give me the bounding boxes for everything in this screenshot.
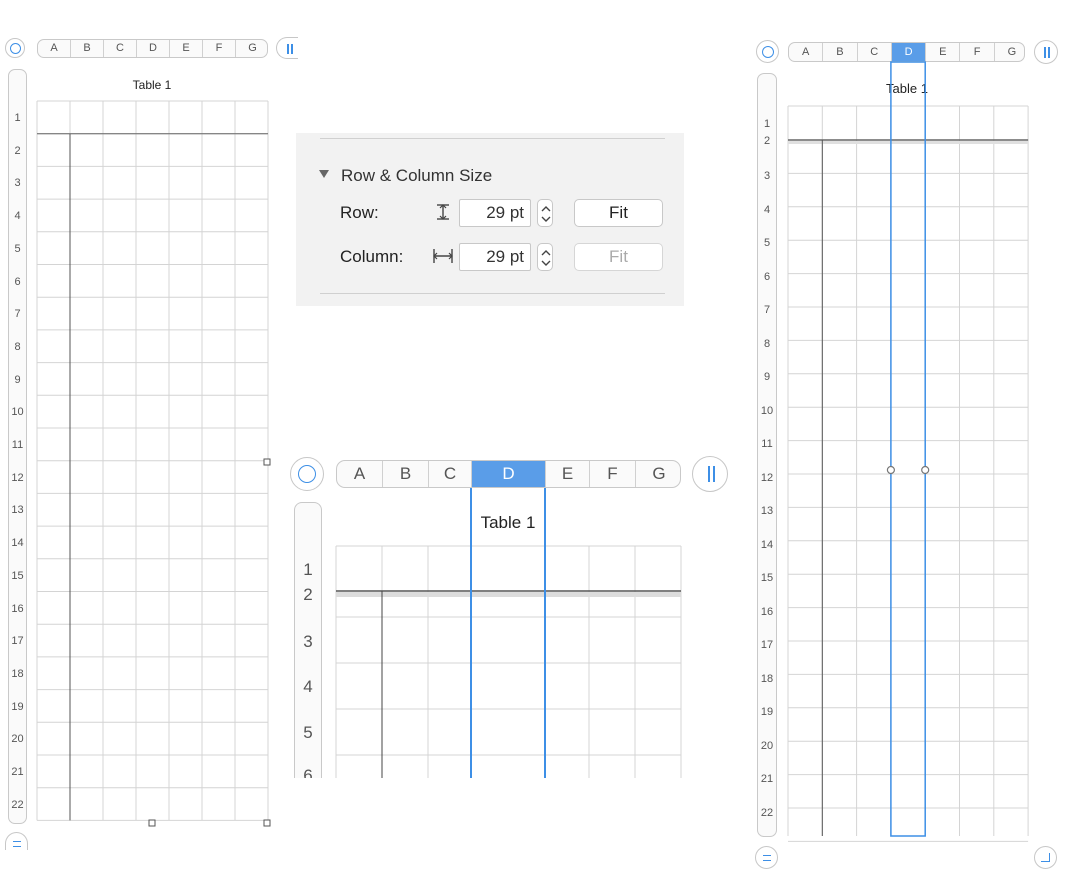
equals-handle-icon	[763, 855, 771, 861]
header-row-shadow	[788, 141, 1029, 144]
selected-column-outline[interactable]	[890, 61, 926, 837]
corner-resize-icon	[1041, 853, 1050, 862]
selection-handle-left[interactable]	[886, 465, 896, 475]
right-resize-corner-button[interactable]	[1034, 846, 1057, 869]
selection-handle-right[interactable]	[921, 465, 930, 475]
right-add-row-button[interactable]	[755, 846, 778, 869]
right-table-grid	[787, 61, 1029, 842]
